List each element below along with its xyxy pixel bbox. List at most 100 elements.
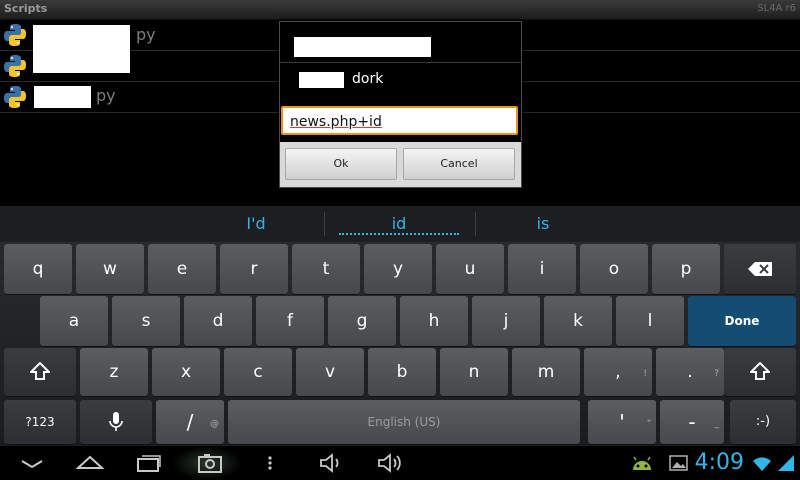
symbols-key[interactable]: ?123 (4, 400, 76, 444)
key-l[interactable]: l (616, 296, 684, 346)
soft-keyboard: I'd id is Done ?123 / @ English (US) ' " (0, 206, 800, 446)
key-label: i (539, 259, 545, 279)
emoticon-key[interactable]: :-) (730, 400, 796, 444)
key-label: b (396, 362, 408, 382)
suggestion-divider (475, 212, 476, 236)
key-label: h (428, 311, 440, 331)
key-y[interactable]: y (364, 244, 432, 294)
redacted-dialog-text (299, 72, 344, 88)
key-h[interactable]: h (400, 296, 468, 346)
key-p[interactable]: p (652, 244, 720, 294)
home-icon[interactable] (75, 450, 105, 476)
shift-icon (748, 361, 772, 380)
apostrophe-key-hint: " (646, 419, 651, 429)
key-label: w (103, 259, 117, 279)
suggestion-item[interactable]: I'd (196, 214, 316, 233)
status-clock: 4:09 (694, 450, 744, 475)
key-j[interactable]: j (472, 296, 540, 346)
key-label: , (615, 362, 621, 382)
dialog-divider (280, 62, 521, 63)
key-label: y (392, 259, 404, 279)
python-icon (4, 86, 26, 108)
key-s[interactable]: s (112, 296, 180, 346)
key-label: z (109, 362, 119, 382)
key-x[interactable]: x (152, 348, 220, 396)
python-icon (4, 24, 26, 46)
signal-icon (778, 455, 794, 471)
key-label: o (608, 259, 620, 279)
wifi-icon (753, 457, 771, 471)
key-label: e (176, 259, 188, 279)
key-comma[interactable]: ,! (584, 348, 652, 396)
navigation-bar (0, 446, 800, 480)
key-o[interactable]: o (580, 244, 648, 294)
android-debug-icon (633, 456, 651, 470)
cancel-button[interactable]: Cancel (403, 148, 515, 180)
key-label: r (250, 259, 258, 279)
key-e[interactable]: e (148, 244, 216, 294)
microphone-icon (109, 412, 123, 431)
key-g[interactable]: g (328, 296, 396, 346)
dialog-text-input[interactable]: news.php+id (281, 106, 518, 135)
title-bar: Scripts SL4A r6 (0, 0, 800, 20)
voice-input-key[interactable] (80, 400, 152, 444)
ok-button[interactable]: Ok (285, 148, 397, 180)
screenshot-icon[interactable] (196, 450, 224, 476)
gallery-notification-icon (669, 455, 688, 471)
key-label: c (253, 362, 263, 382)
key-label: g (356, 311, 368, 331)
python-icon (4, 55, 26, 77)
dash-key[interactable]: - _ (660, 400, 724, 444)
app-version: SL4A r6 (757, 3, 796, 14)
shift-key-left[interactable] (4, 348, 76, 396)
menu-icon[interactable] (262, 450, 278, 476)
suggestion-item-selected[interactable]: id (339, 214, 459, 235)
key-k[interactable]: k (544, 296, 612, 346)
key-label: v (324, 362, 336, 382)
script-extension: py (136, 25, 156, 44)
key-r[interactable]: r (220, 244, 288, 294)
key-d[interactable]: d (184, 296, 252, 346)
key-a[interactable]: a (40, 296, 108, 346)
key-z[interactable]: z (80, 348, 148, 396)
shift-key-right[interactable] (724, 348, 796, 396)
key-label: a (68, 311, 80, 331)
key-label: j (503, 311, 509, 331)
apostrophe-key[interactable]: ' " (588, 400, 656, 444)
recent-apps-icon[interactable] (135, 450, 163, 476)
backspace-icon (748, 262, 772, 276)
key-u[interactable]: u (436, 244, 504, 294)
key-q[interactable]: q (4, 244, 72, 294)
script-extension: py (96, 86, 116, 105)
key-c[interactable]: c (224, 348, 292, 396)
key-w[interactable]: w (76, 244, 144, 294)
hide-keyboard-icon[interactable] (18, 450, 46, 476)
key-label: s (141, 311, 151, 331)
key-t[interactable]: t (292, 244, 360, 294)
backspace-key[interactable] (724, 244, 796, 294)
done-key[interactable]: Done (688, 296, 796, 346)
key-label: m (537, 362, 555, 382)
volume-down-icon[interactable] (318, 450, 344, 476)
key-i[interactable]: i (508, 244, 576, 294)
dash-key-label: - (688, 410, 696, 434)
key-label: k (573, 311, 583, 331)
shift-icon (28, 361, 52, 380)
space-key[interactable]: English (US) (228, 400, 580, 444)
slash-key[interactable]: / @ (156, 400, 224, 444)
suggestion-item[interactable]: is (483, 214, 603, 233)
key-v[interactable]: v (296, 348, 364, 396)
dash-key-hint: _ (714, 419, 720, 429)
key-period[interactable]: .? (656, 348, 724, 396)
key-label: x (180, 362, 192, 382)
volume-up-icon[interactable] (376, 450, 404, 476)
key-label: q (32, 259, 44, 279)
key-label: . (687, 362, 693, 382)
key-label: p (680, 259, 692, 279)
key-n[interactable]: n (440, 348, 508, 396)
key-label: d (212, 311, 224, 331)
key-f[interactable]: f (256, 296, 324, 346)
app-title: Scripts (4, 2, 48, 15)
key-m[interactable]: m (512, 348, 580, 396)
key-b[interactable]: b (368, 348, 436, 396)
